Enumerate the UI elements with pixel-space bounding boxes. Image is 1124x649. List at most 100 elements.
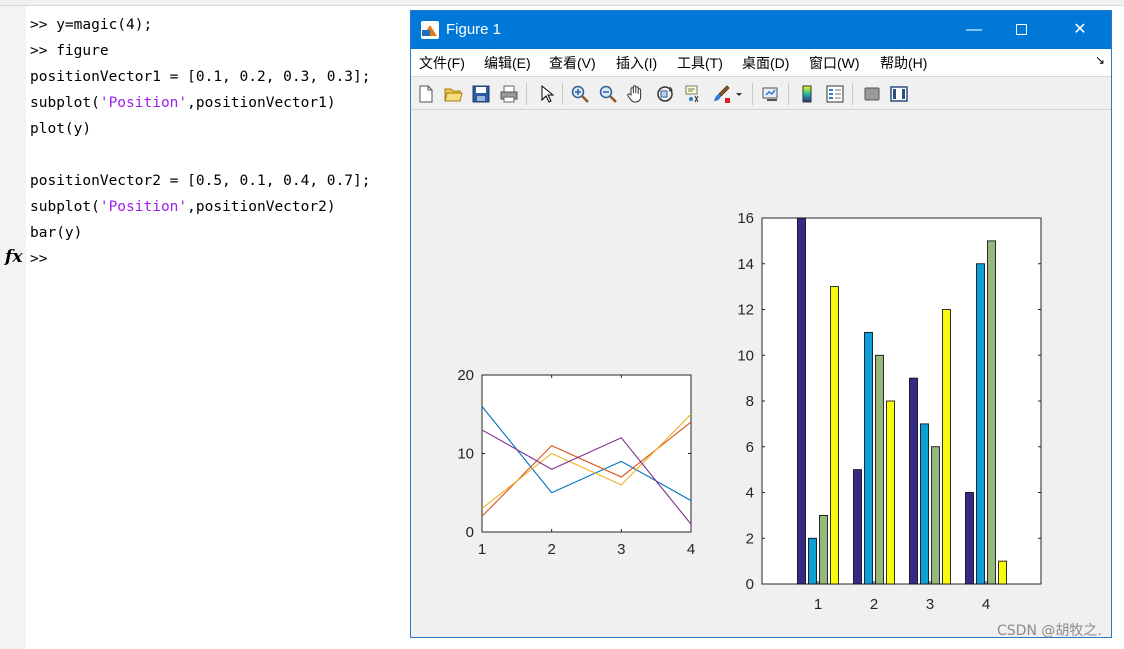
command-line: subplot('Position',positionVector1) <box>30 90 370 116</box>
brush-icon[interactable] <box>709 82 733 106</box>
bar-s1-c4 <box>965 492 974 585</box>
command-window-gutter <box>0 6 26 649</box>
bar-s2-c3 <box>920 423 929 585</box>
command-line: >> y=magic(4); <box>30 12 370 38</box>
pointer-icon[interactable] <box>534 82 558 106</box>
menu-help[interactable]: 帮助(H) <box>880 49 927 77</box>
command-prompt: >> <box>30 43 57 59</box>
line-x-tick-label: 3 <box>617 541 625 558</box>
figure-titlebar[interactable]: Figure 1 — ✕ <box>411 11 1111 49</box>
command-window[interactable]: >> y=magic(4); >> figure positionVector1 =… <box>30 12 370 272</box>
menu-file[interactable]: 文件(F) <box>419 49 465 77</box>
bar-s4-c2 <box>886 400 895 585</box>
bar-s3-c4 <box>987 240 996 585</box>
bar-y-tick-label: 0 <box>746 576 754 593</box>
bar-s3-c3 <box>931 446 940 585</box>
pan-hand-icon[interactable] <box>624 82 648 106</box>
watermark: CSDN @胡牧之. <box>997 623 1102 639</box>
zoom-out-icon[interactable] <box>596 82 620 106</box>
show-plot-tools-icon[interactable] <box>887 82 911 106</box>
bar-y-tick-label: 10 <box>737 347 754 364</box>
command-string-literal: 'Position' <box>99 199 188 215</box>
menu-edit[interactable]: 编辑(E) <box>484 49 531 77</box>
command-line: positionVector1 = [0.1, 0.2, 0.3, 0.3]; <box>30 64 370 90</box>
fx-function-browser-icon[interactable]: fx <box>5 247 22 267</box>
bar-s1-c2 <box>853 469 862 585</box>
menu-window[interactable]: 窗口(W) <box>809 49 860 77</box>
figure-title: Figure 1 <box>446 21 502 38</box>
data-cursor-icon[interactable] <box>681 82 705 106</box>
line-x-tick-label: 1 <box>478 541 486 558</box>
zoom-in-icon[interactable] <box>568 82 592 106</box>
open-icon[interactable] <box>441 82 465 106</box>
bar-y-tick-label: 14 <box>737 256 754 273</box>
figure-plots[interactable]: 1 2 3 4010201 2 3 40246810121416 <box>411 111 1111 637</box>
figure-canvas[interactable]: 1 2 3 4 0 10 20 1 2 3 4 0 2 4 6 8 10 12 14 16 <box>411 111 1111 637</box>
legend-icon[interactable] <box>823 82 847 106</box>
bar-y-tick-label: 8 <box>746 393 754 410</box>
bar-s4-c4 <box>998 560 1007 585</box>
bar-x-tick-label: 2 <box>870 596 878 613</box>
line-x-tick-label: 2 <box>547 541 555 558</box>
figure-menubar: 文件(F) 编辑(E) 查看(V) 插入(I) 工具(T) 桌面(D) 窗口(W… <box>411 49 1111 77</box>
link-plot-icon[interactable] <box>759 82 783 106</box>
bar-s4-c3 <box>942 309 951 585</box>
minimize-button[interactable]: — <box>951 11 997 49</box>
bar-s2-c2 <box>864 331 873 585</box>
bar-x-tick-label: 3 <box>926 596 934 613</box>
menubar-overflow-icon[interactable]: ↘ <box>1095 53 1105 67</box>
bar-y-tick-label: 2 <box>746 530 754 547</box>
bar-s2-c4 <box>976 263 985 585</box>
command-line: plot(y) <box>30 116 370 142</box>
command-code: subplot( <box>30 199 100 215</box>
command-prompt: >> <box>30 17 57 33</box>
line-y-tick-label: 10 <box>457 446 474 463</box>
command-line <box>30 142 370 168</box>
command-code-tail: ,positionVector2) <box>187 199 336 215</box>
command-prompt: >> <box>30 251 57 267</box>
command-code: figure <box>56 43 109 59</box>
brush-dropdown-icon[interactable] <box>733 82 745 106</box>
bar-y-tick-label: 4 <box>746 485 754 502</box>
bar-s4-c1 <box>830 286 839 585</box>
menu-insert[interactable]: 插入(I) <box>616 49 657 77</box>
bar-y-tick-label: 16 <box>737 210 754 227</box>
save-icon[interactable] <box>469 82 493 106</box>
toolbar-separator <box>562 83 563 105</box>
minimize-icon: — <box>966 21 982 38</box>
toolbar-separator <box>752 83 753 105</box>
command-line: >> figure <box>30 38 370 64</box>
new-figure-icon[interactable] <box>414 82 438 106</box>
command-line: bar(y) <box>30 220 370 246</box>
command-code: subplot( <box>30 95 100 111</box>
close-icon: ✕ <box>1073 21 1087 38</box>
matlab-logo-icon <box>421 21 439 39</box>
command-code: positionVector1 = [0.1, 0.2, 0.3, 0.3]; <box>30 69 371 85</box>
bar-s3-c2 <box>875 354 884 585</box>
line-x-tick-label: 4 <box>687 541 695 558</box>
bar-s1-c1 <box>797 217 806 585</box>
command-line: subplot('Position',positionVector2) <box>30 194 370 220</box>
command-string-literal: 'Position' <box>99 95 188 111</box>
bar-x-tick-label: 1 <box>814 596 822 613</box>
menu-view[interactable]: 查看(V) <box>549 49 596 77</box>
print-icon[interactable] <box>497 82 521 106</box>
bar-x-tick-label: 4 <box>982 596 990 613</box>
menu-tools[interactable]: 工具(T) <box>677 49 723 77</box>
maximize-icon <box>1015 24 1027 35</box>
hide-plot-tools-icon[interactable] <box>860 82 884 106</box>
bar-y-tick-label: 6 <box>746 439 754 456</box>
figure-window: Figure 1 — ✕ 文件(F) 编辑(E) 查看(V) 插入(I) 工具(… <box>410 10 1112 638</box>
rotate-3d-icon[interactable] <box>653 82 677 106</box>
maximize-button[interactable] <box>998 11 1044 49</box>
colorbar-icon[interactable] <box>795 82 819 106</box>
line-y-tick-label: 0 <box>466 524 474 541</box>
command-code: bar(y) <box>30 225 83 241</box>
bar-y-tick-label: 12 <box>737 302 754 319</box>
menu-desktop[interactable]: 桌面(D) <box>742 49 789 77</box>
bar-s1-c3 <box>909 377 918 585</box>
toolbar-separator <box>526 83 527 105</box>
bar-s3-c1 <box>819 514 828 585</box>
close-button[interactable]: ✕ <box>1057 11 1103 49</box>
command-code: positionVector2 = [0.5, 0.1, 0.4, 0.7]; <box>30 173 371 189</box>
